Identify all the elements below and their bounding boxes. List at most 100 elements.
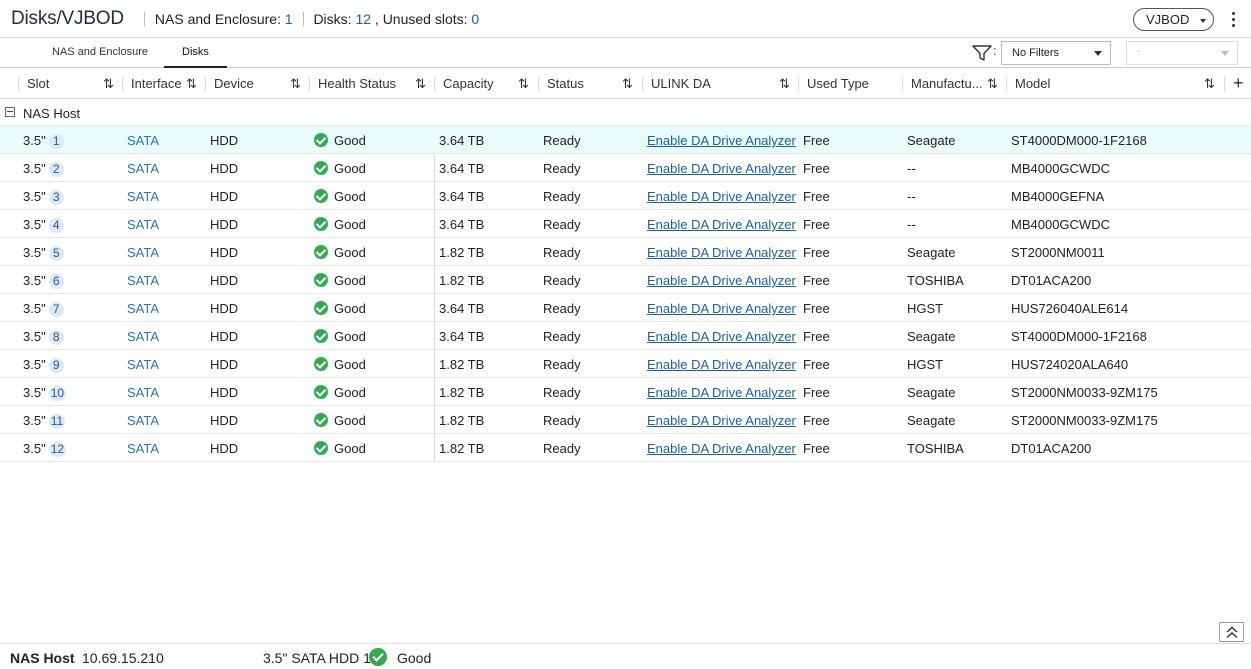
table-row[interactable]: 3.5" 11 SATA HDD Good 1.82 TB Ready Enable DA D… <box>0 406 1251 434</box>
cell-interface: SATA <box>127 413 160 428</box>
cell-status: Ready <box>543 245 581 260</box>
cell-model: HUS724020ALA640 <box>1011 357 1129 372</box>
health-text: Good <box>334 133 366 148</box>
table-row[interactable]: 3.5" 8 SATA HDD Good 3.64 TB Ready Enable DA Dr… <box>0 322 1251 350</box>
footer-host-label: NAS Host <box>10 650 75 666</box>
cell-slot: 3.5" 7 <box>23 301 64 317</box>
filter-select[interactable]: No Filters <box>1001 41 1111 65</box>
health-text: Good <box>334 385 366 400</box>
enable-da-link[interactable]: Enable DA Drive Analyzer <box>647 385 796 400</box>
cell-model: HUS726040ALE614 <box>1011 301 1129 316</box>
cell-slot: 3.5" 10 <box>23 385 67 401</box>
cell-interface: SATA <box>127 189 160 204</box>
column-header-device[interactable]: Device <box>214 68 254 99</box>
column-header-health-status[interactable]: Health Status <box>318 68 396 99</box>
cell-used-type: Free <box>803 273 830 288</box>
cell-interface: SATA <box>127 329 160 344</box>
table-row[interactable]: 3.5" 9 SATA HDD Good 1.82 TB Ready Enable DA Dr… <box>0 350 1251 378</box>
enclosure-select[interactable]: VJBOD <box>1133 8 1214 31</box>
cell-interface: SATA <box>127 133 160 148</box>
column-header-ulink-da[interactable]: ULINK DA <box>651 68 711 99</box>
cell-interface: SATA <box>127 161 160 176</box>
good-status-icon <box>314 189 328 203</box>
cell-device: HDD <box>210 441 239 456</box>
collapse-group-icon[interactable] <box>5 107 15 117</box>
column-header-used-type[interactable]: Used Type <box>807 68 869 99</box>
enable-da-link[interactable]: Enable DA Drive Analyzer <box>647 413 796 428</box>
filter-select-value: No Filters <box>1012 47 1060 59</box>
good-status-icon <box>314 329 328 343</box>
slot-size: 3.5" <box>23 385 46 400</box>
column-header-status[interactable]: Status <box>547 68 584 99</box>
cell-capacity: 3.64 TB <box>439 133 485 148</box>
health-text: Good <box>334 441 366 456</box>
table-row[interactable]: 3.5" 10 SATA HDD Good 1.82 TB Ready Enable DA D… <box>0 378 1251 406</box>
health-text: Good <box>334 273 366 288</box>
table-row[interactable]: 3.5" 4 SATA HDD Good 3.64 TB Ready Enable DA Dr… <box>0 210 1251 238</box>
sort-icon[interactable]: ⇅ <box>290 68 301 99</box>
cell-used-type: Free <box>803 385 830 400</box>
cell-used-type: Free <box>803 329 830 344</box>
sort-icon[interactable]: ⇅ <box>103 68 114 99</box>
table-row[interactable]: 3.5" 12 SATA HDD Good 1.82 TB Ready Enable DA D… <box>0 434 1251 462</box>
sort-icon[interactable]: ⇅ <box>987 68 998 99</box>
column-header-manufacturer[interactable]: Manufactu... <box>911 68 983 99</box>
cell-slot: 3.5" 6 <box>23 273 64 289</box>
summary-bar: NAS and Enclosure: 1 Disks: 12 , Unused … <box>138 11 479 27</box>
collapse-panel-button[interactable] <box>1219 622 1244 642</box>
enable-da-link[interactable]: Enable DA Drive Analyzer <box>647 301 796 316</box>
slot-size: 3.5" <box>23 357 46 372</box>
filter-icon[interactable] <box>971 44 993 62</box>
good-status-icon <box>314 133 328 147</box>
table-row[interactable]: 3.5" 1 SATA HDD Good 3.64 TB Ready Enable DA Dr… <box>0 126 1251 154</box>
enable-da-link[interactable]: Enable DA Drive Analyzer <box>647 273 796 288</box>
group-row-nas-host[interactable]: NAS Host <box>0 99 1251 126</box>
enable-da-link[interactable]: Enable DA Drive Analyzer <box>647 441 796 456</box>
sort-icon[interactable]: ⇅ <box>622 68 633 99</box>
cell-model: DT01ACA200 <box>1011 273 1092 288</box>
cell-model: MB4000GCWDC <box>1011 217 1110 232</box>
enable-da-link[interactable]: Enable DA Drive Analyzer <box>647 357 796 372</box>
more-options-icon[interactable] <box>1226 10 1240 30</box>
column-header-capacity[interactable]: Capacity <box>443 68 494 99</box>
cell-used-type: Free <box>803 189 830 204</box>
cell-device: HDD <box>210 161 239 176</box>
cell-capacity: 1.82 TB <box>439 385 485 400</box>
slot-number-badge: 4 <box>48 218 64 233</box>
slot-number-badge: 10 <box>48 386 67 401</box>
tab-nas-and-enclosure[interactable]: NAS and Enclosure <box>52 38 148 68</box>
cell-health-status: Good <box>314 441 366 456</box>
enable-da-link[interactable]: Enable DA Drive Analyzer <box>647 245 796 260</box>
footer-health: Good <box>397 650 432 666</box>
table-row[interactable]: 3.5" 5 SATA HDD Good 1.82 TB Ready Enable DA Dr… <box>0 238 1251 266</box>
add-column-icon[interactable]: + <box>1233 73 1244 94</box>
table-row[interactable]: 3.5" 3 SATA HDD Good 3.64 TB Ready Enable DA Dr… <box>0 182 1251 210</box>
column-divider <box>434 76 435 92</box>
enable-da-link[interactable]: Enable DA Drive Analyzer <box>647 217 796 232</box>
good-status-icon <box>314 301 328 315</box>
tab-disks[interactable]: Disks <box>164 38 227 68</box>
filter-value-select: - <box>1126 41 1238 65</box>
enable-da-link[interactable]: Enable DA Drive Analyzer <box>647 329 796 344</box>
sort-icon[interactable]: ⇅ <box>415 68 426 99</box>
sort-icon[interactable]: ⇅ <box>779 68 790 99</box>
status-footer: NAS Host 10.69.15.210 3.5" SATA HDD 1 Go… <box>0 643 1251 669</box>
enable-da-link[interactable]: Enable DA Drive Analyzer <box>647 189 796 204</box>
enable-da-link[interactable]: Enable DA Drive Analyzer <box>647 161 796 176</box>
sort-icon[interactable]: ⇅ <box>518 68 529 99</box>
column-header-interface[interactable]: Interface <box>131 68 182 99</box>
chevron-down-icon <box>1200 19 1206 23</box>
cell-status: Ready <box>543 329 581 344</box>
slot-number-badge: 3 <box>48 190 64 205</box>
table-row[interactable]: 3.5" 7 SATA HDD Good 3.64 TB Ready Enable DA Dr… <box>0 294 1251 322</box>
cell-capacity: 1.82 TB <box>439 357 485 372</box>
sort-icon[interactable]: ⇅ <box>186 68 197 99</box>
column-header-slot[interactable]: Slot <box>27 68 49 99</box>
enable-da-link[interactable]: Enable DA Drive Analyzer <box>647 133 796 148</box>
sort-icon[interactable]: ⇅ <box>1204 68 1215 99</box>
cell-capacity: 1.82 TB <box>439 413 485 428</box>
table-row[interactable]: 3.5" 2 SATA HDD Good 3.64 TB Ready Enable DA Dr… <box>0 154 1251 182</box>
cell-manufacturer: Seagate <box>907 329 956 344</box>
column-header-model[interactable]: Model <box>1015 68 1050 99</box>
table-row[interactable]: 3.5" 6 SATA HDD Good 1.82 TB Ready Enable DA Dr… <box>0 266 1251 294</box>
